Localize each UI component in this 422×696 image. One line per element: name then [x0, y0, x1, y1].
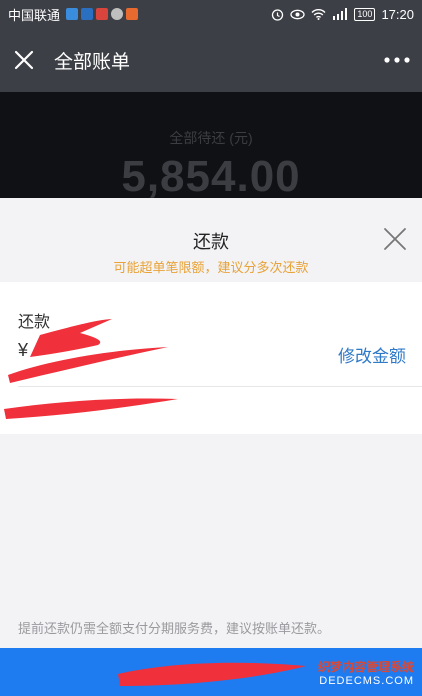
app-notification-icon: [66, 8, 79, 20]
page-title: 全部账单: [54, 51, 131, 73]
total-due-label: 全部待还 (元): [169, 130, 253, 146]
nav-bar: 全部账单: [0, 28, 422, 92]
more-icon: [384, 57, 410, 63]
sheet-close-button[interactable]: [382, 226, 408, 252]
status-right: 100 17:20: [271, 7, 414, 22]
watermark: 织梦内容管理系统 DEDECMS.COM: [318, 660, 414, 688]
more-button[interactable]: [372, 28, 422, 92]
limit-warning: 可能超单笔限额，建议分多次还款: [113, 260, 309, 275]
total-due-amount: 5,854.00: [121, 152, 301, 201]
battery-indicator: 100: [354, 7, 376, 21]
close-icon: [14, 50, 34, 70]
repay-sheet: 还款 可能超单笔限额，建议分多次还款 还款 ¥ 修改金额 提前还款仍需全额支付分…: [0, 198, 422, 696]
app-notification-icon: [126, 8, 139, 20]
sheet-title: 还款: [193, 232, 229, 252]
eye-icon: [290, 9, 306, 19]
divider: [18, 386, 422, 387]
repay-amount-card: 还款 ¥ 修改金额: [0, 282, 422, 434]
edit-amount-link[interactable]: 修改金额: [338, 342, 406, 367]
nav-close-button[interactable]: [0, 28, 48, 92]
wifi-icon: [311, 9, 326, 20]
shield-notification-icon: [81, 8, 94, 20]
status-bar: 中国联通 100 17:20: [0, 0, 422, 28]
chat-notification-icon: [111, 8, 124, 20]
prepayment-note: 提前还款仍需全额支付分期服务费，建议按账单还款。: [18, 621, 331, 636]
currency-symbol: ¥: [18, 340, 29, 360]
close-icon: [384, 228, 406, 250]
watermark-domain: DEDECMS.COM: [319, 675, 414, 687]
alarm-icon: [272, 8, 284, 21]
app-notification-icon: [96, 8, 109, 20]
carrier-name: 中国联通: [8, 7, 61, 23]
clock: 17:20: [381, 6, 414, 22]
sheet-header: 还款 可能超单笔限额，建议分多次还款: [0, 198, 422, 282]
repay-label: 还款: [18, 314, 51, 331]
signal-icon: [333, 8, 348, 20]
dimmed-overview: 全部待还 (元) 5,854.00: [0, 92, 422, 201]
watermark-title: 织梦内容管理系统: [317, 660, 414, 674]
